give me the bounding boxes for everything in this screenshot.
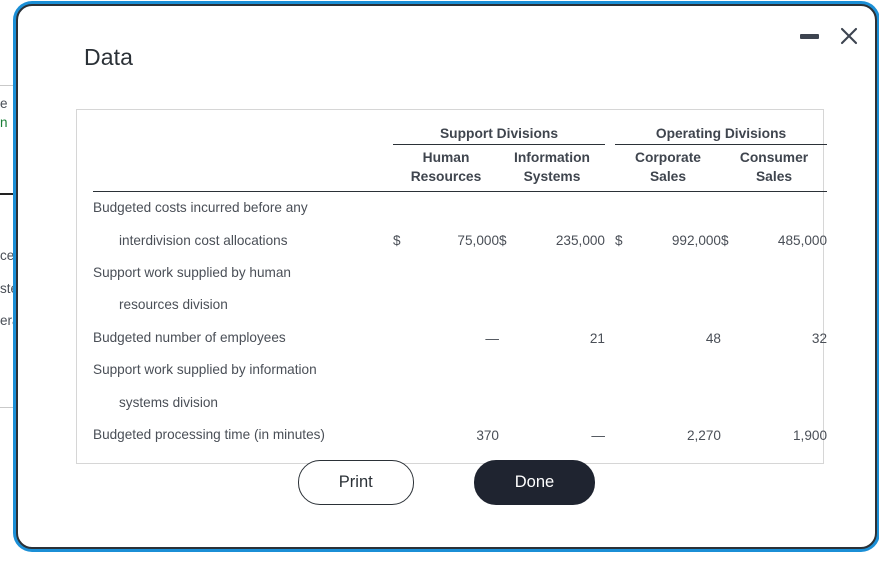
table-row: Budgeted processing time (in minutes) 37…: [93, 419, 827, 451]
column-header-information-systems: Information Systems: [499, 144, 605, 193]
background-text-fragment: n: [0, 115, 8, 130]
table-row: Budgeted number of employees — 21 48 32: [93, 322, 827, 354]
cell-consumer-sales: 485,000: [777, 233, 828, 249]
table-row: resources division: [93, 289, 827, 321]
column-header-line2: Sales: [649, 168, 687, 184]
cell-corporate-sales: 992,000: [671, 233, 721, 249]
table-row: Support work supplied by human: [93, 257, 827, 289]
table-column-header-row: Human Resources Information Systems Corp…: [93, 144, 828, 193]
column-header-human-resources: Human Resources: [393, 144, 499, 193]
table-row: Budgeted costs incurred before any: [93, 192, 827, 225]
cell-human-resources: 370: [476, 427, 499, 443]
row-label-line1: Budgeted costs incurred before any: [93, 200, 308, 216]
print-button[interactable]: Print: [297, 460, 414, 505]
done-button[interactable]: Done: [473, 460, 596, 505]
column-header-line2: Systems: [523, 168, 581, 184]
row-label-line1: Support work supplied by information: [93, 362, 317, 378]
table-row: interdivision cost allocations $ 75,000 …: [93, 225, 827, 257]
column-header-line1: Human: [422, 150, 470, 165]
row-label-line2: interdivision cost allocations: [119, 232, 288, 248]
currency-symbol: $: [721, 233, 729, 249]
currency-symbol: $: [499, 233, 507, 249]
row-label-line2: systems division: [119, 394, 218, 410]
cell-corporate-sales: 48: [705, 330, 721, 346]
column-header-blank: [93, 144, 393, 193]
background-text-fragment: ce: [0, 248, 15, 263]
cell-information-systems: —: [591, 427, 605, 443]
cell-human-resources: —: [485, 330, 499, 346]
data-table: Support Divisions Operating Divisions Hu…: [93, 124, 828, 451]
background-text-fragment: e: [0, 96, 8, 111]
table-row: systems division: [93, 387, 827, 419]
row-label-line1: Support work supplied by human: [93, 265, 291, 281]
cell-consumer-sales: 1,900: [793, 427, 828, 443]
row-label-line2: resources division: [119, 297, 228, 313]
cell-consumer-sales: 32: [811, 330, 828, 346]
cell-information-systems: 21: [589, 330, 605, 346]
group-header-support-divisions: Support Divisions: [393, 124, 605, 145]
column-header-line1: Corporate: [635, 150, 701, 165]
window-controls: [800, 24, 861, 48]
column-header-corporate-sales: Corporate Sales: [615, 144, 721, 193]
row-label-line1: Budgeted processing time (in minutes): [93, 426, 325, 442]
column-header-line2: Sales: [755, 168, 793, 184]
cell-corporate-sales: 2,270: [686, 427, 721, 443]
data-modal-dialog: Data Support Divisions Operating Divisio…: [16, 4, 877, 549]
close-button[interactable]: [837, 24, 861, 48]
close-icon: [840, 27, 858, 45]
minimize-button[interactable]: [800, 33, 819, 39]
column-header-line1: Information: [514, 150, 590, 165]
table-group-header-row: Support Divisions Operating Divisions: [93, 124, 828, 145]
column-header-gap: [605, 144, 615, 193]
minimize-icon: [800, 33, 819, 39]
group-header-operating-divisions: Operating Divisions: [615, 124, 828, 145]
group-header-gap: [605, 124, 615, 145]
column-header-consumer-sales: Consumer Sales: [721, 144, 828, 193]
row-label-line1: Budgeted number of employees: [93, 329, 286, 345]
page-title: Data: [84, 44, 133, 70]
currency-symbol: $: [615, 233, 623, 249]
table-row: Support work supplied by information: [93, 354, 827, 386]
currency-symbol: $: [393, 233, 401, 249]
cell-information-systems: 235,000: [555, 233, 605, 249]
column-header-line2: Resources: [410, 168, 482, 184]
cell-human-resources: 75,000: [457, 233, 499, 249]
data-table-card: Support Divisions Operating Divisions Hu…: [76, 109, 828, 465]
modal-action-bar: Print Done: [18, 460, 875, 505]
group-header-blank: [93, 124, 393, 145]
column-header-line1: Consumer: [739, 150, 809, 165]
